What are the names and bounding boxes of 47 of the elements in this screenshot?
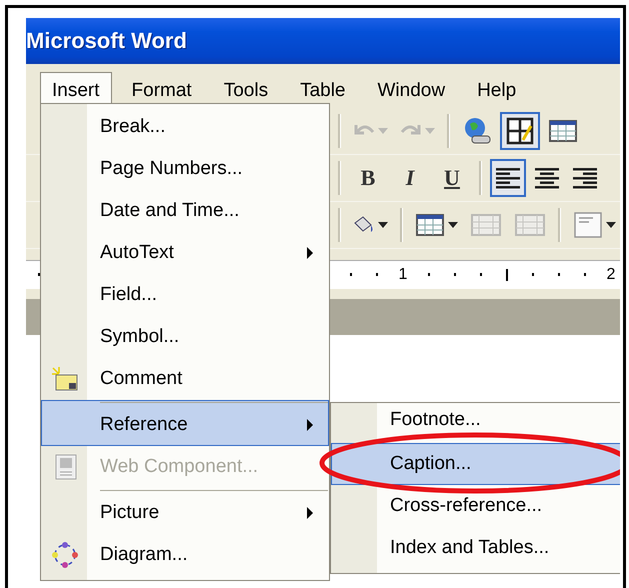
table-icon [548, 118, 578, 144]
grid-icon [470, 212, 502, 238]
dropdown-arrow-icon [606, 222, 616, 228]
ruler-number: 2 [606, 266, 616, 284]
menu-item[interactable]: Window [366, 72, 458, 108]
dropdown-arrow-icon [425, 128, 435, 134]
menu-item[interactable]: Page Numbers... [41, 148, 329, 190]
menu-item[interactable]: Comment [41, 358, 329, 400]
submenu-item[interactable]: Cross-reference... [331, 485, 620, 527]
ruler-number: 1 [398, 266, 408, 284]
window-title: Microsoft Word [26, 28, 187, 54]
underline-button[interactable]: U [433, 159, 471, 197]
table-pencil-icon [505, 116, 535, 146]
comment-icon [51, 366, 79, 392]
menu-item[interactable]: Symbol... [41, 316, 329, 358]
italic-button[interactable]: I [391, 159, 429, 197]
dropdown-arrow-icon [378, 222, 388, 228]
table-icon [415, 212, 445, 238]
menu-item[interactable]: Tools [212, 72, 280, 108]
submenu-item[interactable]: Footnote... [331, 403, 620, 443]
dropdown-arrow-icon [448, 222, 458, 228]
bold-button[interactable]: B [349, 159, 387, 197]
grid-icon [514, 212, 546, 238]
text-box-icon [573, 211, 603, 239]
align-left-icon [495, 167, 521, 189]
align-center-icon [534, 167, 560, 189]
draw-table-button[interactable] [500, 112, 540, 150]
menu-item[interactable]: Field... [41, 274, 329, 316]
submenu-arrow-icon [306, 247, 314, 259]
submenu-item[interactable]: Index and Tables... [331, 527, 620, 569]
menu-item[interactable]: Picture [41, 488, 329, 534]
align-right-icon [572, 167, 598, 189]
diagram-icon [51, 541, 79, 569]
menu-item[interactable]: Table [288, 72, 358, 108]
menu-item[interactable]: Format [120, 72, 204, 108]
menu-item[interactable]: Reference [41, 400, 329, 446]
menu-item[interactable]: Break... [41, 106, 329, 148]
menu-item[interactable]: AutoText [41, 232, 329, 274]
dropdown-arrow-icon [378, 128, 388, 134]
align-left-button[interactable] [490, 159, 526, 197]
menu-item[interactable]: Diagram... [41, 534, 329, 576]
submenu-arrow-icon [306, 419, 314, 431]
menu-item[interactable]: Help [465, 72, 528, 108]
submenu-arrow-icon [306, 507, 314, 519]
submenu-item[interactable]: Caption... [331, 443, 620, 485]
globe-icon [462, 116, 492, 146]
menu-item[interactable]: Date and Time... [41, 190, 329, 232]
